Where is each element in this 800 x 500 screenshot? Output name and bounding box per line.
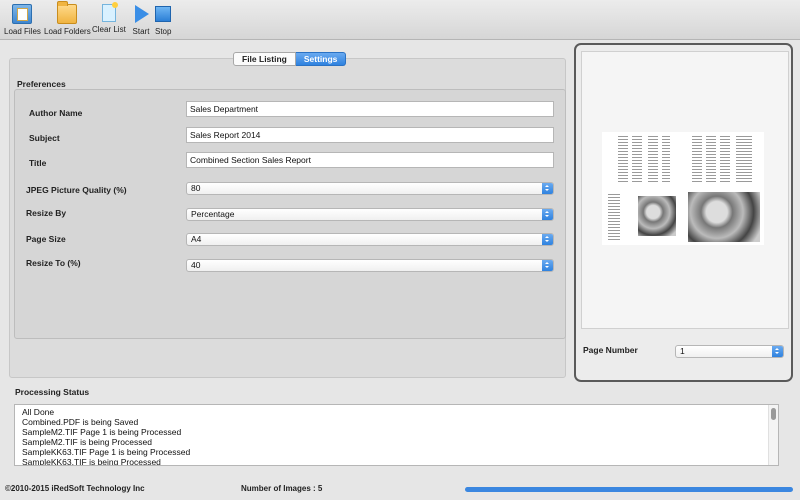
processing-log[interactable]: All Done Combined.PDF is being Saved Sam…	[14, 404, 779, 466]
tab-bar: File Listing Settings	[233, 52, 347, 66]
subject-label: Subject	[29, 133, 60, 143]
clear-list-label: Clear List	[92, 25, 126, 34]
tab-file-listing[interactable]: File Listing	[233, 52, 296, 66]
thumbnail-page	[684, 132, 762, 186]
log-scrollbar[interactable]	[768, 405, 778, 465]
load-files-icon	[12, 4, 33, 24]
thumbnail-page	[602, 190, 680, 244]
resize-by-label: Resize By	[26, 208, 67, 218]
page-number-label: Page Number	[583, 345, 638, 355]
stop-button[interactable]: Stop	[155, 4, 171, 36]
log-line: SampleKK63.TIF is being Processed	[22, 457, 161, 466]
stop-icon	[155, 6, 172, 22]
title-label: Title	[29, 158, 47, 168]
page-thumbnail[interactable]	[602, 132, 764, 245]
tab-settings[interactable]: Settings	[295, 52, 347, 66]
dropdown-arrow-icon	[542, 234, 553, 245]
page-size-select[interactable]: A4	[186, 233, 554, 246]
page-number-value: 1	[680, 346, 685, 356]
toolbar: Load Files Load Folders Clear List Start…	[0, 0, 800, 40]
clear-list-icon	[101, 2, 118, 22]
log-line: Combined.PDF is being Saved	[22, 417, 139, 427]
thumbnail-page	[602, 132, 680, 186]
log-line: SampleKK63.TIF Page 1 is being Processed	[22, 447, 191, 457]
resize-to-value: 40	[191, 260, 201, 270]
copyright-text: ©2010-2015 iRedSoft Technology Inc	[5, 484, 145, 493]
preferences-title: Preferences	[17, 79, 66, 89]
dropdown-arrow-icon	[542, 183, 553, 194]
page-number-select[interactable]: 1	[675, 345, 784, 358]
jpeg-quality-label: JPEG Picture Quality (%)	[26, 185, 127, 195]
log-line: All Done	[22, 407, 55, 417]
start-button[interactable]: Start	[131, 4, 151, 36]
load-folders-button[interactable]: Load Folders	[44, 1, 91, 36]
load-folders-label: Load Folders	[44, 27, 91, 36]
processing-status-title: Processing Status	[15, 387, 90, 397]
progress-bar	[465, 487, 793, 492]
thumbnail-page	[684, 190, 762, 244]
resize-to-select[interactable]: 40	[186, 259, 554, 272]
log-line: SampleM2.TIF is being Processed	[22, 437, 152, 447]
dropdown-arrow-icon	[542, 260, 553, 271]
author-name-label: Author Name	[29, 108, 83, 118]
page-size-label: Page Size	[26, 234, 66, 244]
load-files-button[interactable]: Load Files	[4, 4, 41, 36]
clear-list-button[interactable]: Clear List	[92, 2, 126, 34]
dropdown-arrow-icon	[772, 346, 783, 357]
page-size-value: A4	[191, 234, 202, 244]
resize-by-value: Percentage	[191, 209, 235, 219]
subject-field[interactable]: Sales Report 2014	[186, 127, 554, 143]
log-line: SampleM2.TIF Page 1 is being Processed	[22, 427, 182, 437]
folder-icon	[57, 1, 78, 24]
resize-to-label: Resize To (%)	[26, 258, 81, 268]
load-files-label: Load Files	[4, 27, 41, 36]
author-name-field[interactable]: Sales Department	[186, 101, 554, 117]
jpeg-quality-value: 80	[191, 183, 201, 193]
resize-by-select[interactable]: Percentage	[186, 208, 554, 221]
dropdown-arrow-icon	[542, 209, 553, 220]
play-icon	[131, 4, 151, 24]
image-count: Number of Images : 5	[241, 484, 323, 493]
start-label: Start	[132, 27, 150, 36]
stop-label: Stop	[155, 27, 172, 36]
title-field[interactable]: Combined Section Sales Report	[186, 152, 554, 168]
jpeg-quality-select[interactable]: 80	[186, 182, 554, 195]
